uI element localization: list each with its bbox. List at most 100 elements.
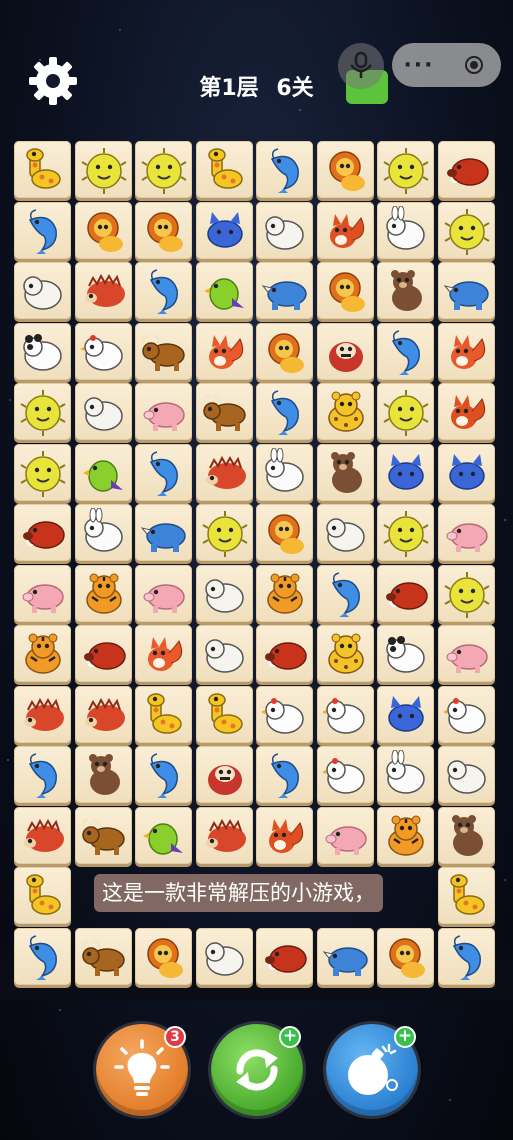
tile-pig[interactable] — [438, 625, 495, 682]
tile-cat[interactable] — [196, 202, 253, 259]
tile-tiger[interactable] — [377, 807, 434, 864]
tile-gorilla[interactable] — [196, 746, 253, 803]
tile-giraffe[interactable] — [135, 686, 192, 743]
more-menu-button[interactable]: ··· — [392, 53, 446, 78]
tile-parrot[interactable] — [75, 444, 132, 501]
tile-tiger[interactable] — [14, 625, 71, 682]
tile-chicken[interactable] — [256, 686, 313, 743]
tile-pufferfish[interactable] — [14, 383, 71, 440]
tile-bear[interactable] — [377, 262, 434, 319]
tile-shrimp[interactable] — [135, 262, 192, 319]
tile-giraffe[interactable] — [196, 686, 253, 743]
tile-tiger[interactable] — [75, 565, 132, 622]
tile-fox[interactable] — [438, 323, 495, 380]
tile-rhino[interactable] — [438, 262, 495, 319]
tile-pig[interactable] — [14, 565, 71, 622]
tile-pufferfish[interactable] — [377, 141, 434, 198]
tile-pufferfish[interactable] — [377, 383, 434, 440]
tile-chicken[interactable] — [438, 686, 495, 743]
voice-mic-icon[interactable] — [338, 43, 384, 89]
tile-bull[interactable] — [196, 383, 253, 440]
bomb-button[interactable]: + — [326, 1024, 418, 1116]
tile-squirrel[interactable] — [317, 202, 374, 259]
tile-pufferfish[interactable] — [135, 141, 192, 198]
tile-panda[interactable] — [14, 323, 71, 380]
tile-hedgehog[interactable] — [75, 686, 132, 743]
tile-rabbit[interactable] — [377, 746, 434, 803]
tile-leopard[interactable] — [317, 625, 374, 682]
tile-shrimp[interactable] — [14, 928, 71, 985]
tile-bull[interactable] — [75, 807, 132, 864]
tile-giraffe[interactable] — [14, 867, 71, 924]
tile-boar[interactable] — [75, 625, 132, 682]
tile-pig[interactable] — [438, 504, 495, 561]
tile-sheep[interactable] — [196, 625, 253, 682]
tile-rhino[interactable] — [256, 262, 313, 319]
tile-hedgehog[interactable] — [75, 262, 132, 319]
tile-pig[interactable] — [135, 565, 192, 622]
tile-sheep[interactable] — [196, 565, 253, 622]
tile-shrimp[interactable] — [135, 746, 192, 803]
tile-tiger[interactable] — [256, 565, 313, 622]
tile-cat[interactable] — [377, 444, 434, 501]
tile-leopard[interactable] — [317, 383, 374, 440]
tile-fox[interactable] — [196, 323, 253, 380]
tile-parrot[interactable] — [135, 807, 192, 864]
tile-shrimp[interactable] — [14, 746, 71, 803]
tile-boar[interactable] — [377, 565, 434, 622]
tile-pufferfish[interactable] — [196, 504, 253, 561]
tile-bear[interactable] — [438, 807, 495, 864]
tile-shrimp[interactable] — [377, 323, 434, 380]
tile-bull[interactable] — [135, 323, 192, 380]
tile-bear[interactable] — [75, 746, 132, 803]
tile-gorilla[interactable] — [317, 323, 374, 380]
tile-lion[interactable] — [317, 141, 374, 198]
tile-rabbit[interactable] — [75, 504, 132, 561]
tile-lion[interactable] — [256, 323, 313, 380]
tile-giraffe[interactable] — [14, 141, 71, 198]
tile-shrimp[interactable] — [438, 928, 495, 985]
tile-hedgehog[interactable] — [196, 807, 253, 864]
tile-hedgehog[interactable] — [14, 686, 71, 743]
tile-rhino[interactable] — [135, 504, 192, 561]
tile-shrimp[interactable] — [256, 141, 313, 198]
settings-gear-icon[interactable] — [26, 54, 80, 108]
tile-hedgehog[interactable] — [196, 444, 253, 501]
tile-squirrel[interactable] — [256, 807, 313, 864]
tile-rabbit[interactable] — [256, 444, 313, 501]
tile-hedgehog[interactable] — [14, 807, 71, 864]
shuffle-add-badge[interactable]: + — [279, 1026, 301, 1048]
tile-pufferfish[interactable] — [438, 202, 495, 259]
tile-shrimp[interactable] — [317, 565, 374, 622]
tile-lion[interactable] — [317, 262, 374, 319]
tile-lion[interactable] — [135, 928, 192, 985]
tile-sheep[interactable] — [75, 383, 132, 440]
tile-parrot[interactable] — [196, 262, 253, 319]
tile-fox[interactable] — [135, 625, 192, 682]
tile-panda[interactable] — [377, 625, 434, 682]
tile-rhino[interactable] — [317, 928, 374, 985]
tile-boar[interactable] — [438, 141, 495, 198]
tile-lion[interactable] — [75, 202, 132, 259]
tile-chicken[interactable] — [317, 746, 374, 803]
shuffle-button[interactable]: + — [211, 1024, 303, 1116]
tile-chicken[interactable] — [75, 323, 132, 380]
tile-pufferfish[interactable] — [377, 504, 434, 561]
tile-giraffe[interactable] — [438, 867, 495, 924]
tile-lion[interactable] — [135, 202, 192, 259]
tile-lion[interactable] — [256, 504, 313, 561]
tile-bull[interactable] — [75, 928, 132, 985]
tile-giraffe[interactable] — [196, 141, 253, 198]
tile-pufferfish[interactable] — [438, 565, 495, 622]
tile-shrimp[interactable] — [135, 444, 192, 501]
tile-bear[interactable] — [317, 444, 374, 501]
tile-sheep[interactable] — [14, 262, 71, 319]
tile-boar[interactable] — [256, 625, 313, 682]
hint-button[interactable]: 3 — [96, 1024, 188, 1116]
tile-rabbit[interactable] — [377, 202, 434, 259]
tile-shrimp[interactable] — [256, 383, 313, 440]
bomb-add-badge[interactable]: + — [394, 1026, 416, 1048]
tile-sheep[interactable] — [196, 928, 253, 985]
tile-lion[interactable] — [377, 928, 434, 985]
tile-sheep[interactable] — [438, 746, 495, 803]
